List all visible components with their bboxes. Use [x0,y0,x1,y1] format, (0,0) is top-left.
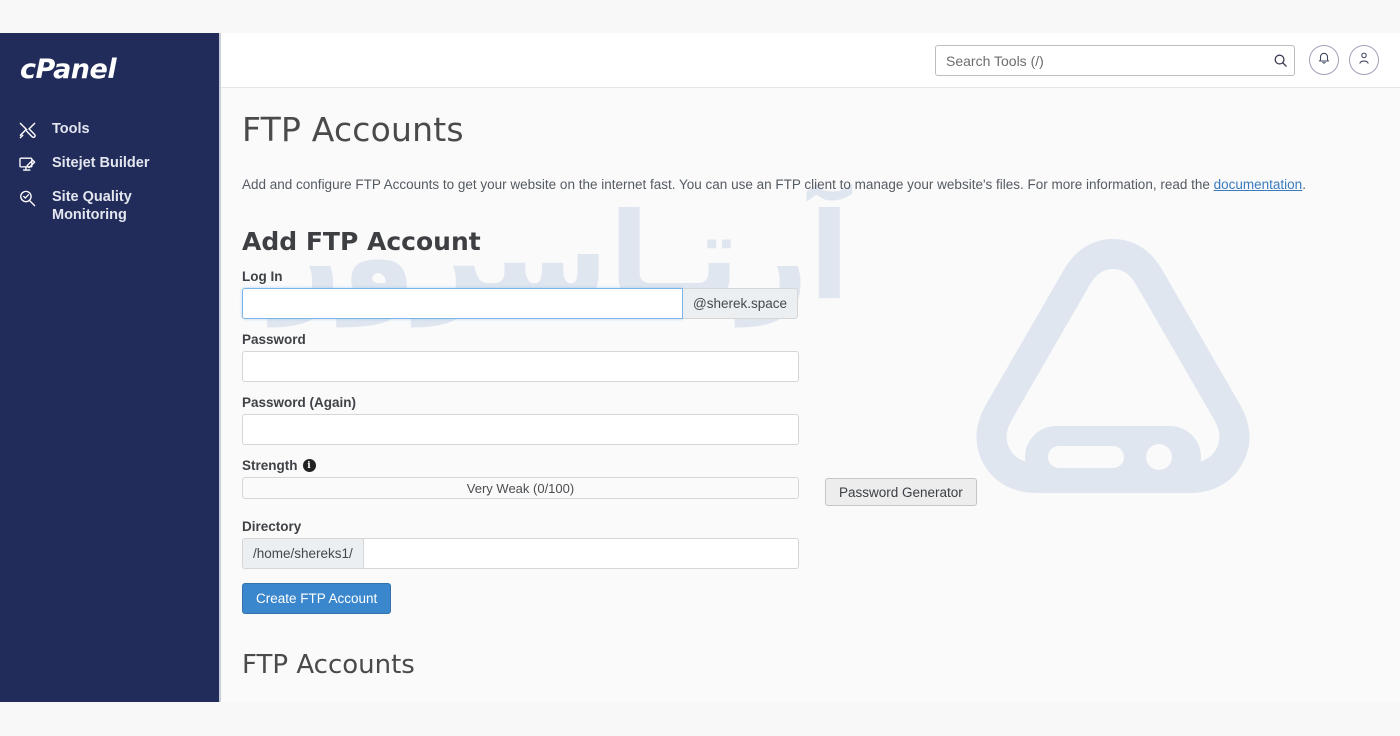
account-button[interactable] [1349,45,1379,75]
ftp-accounts-list-heading: FTP Accounts [242,650,415,680]
page-body: آرتـاسرور FTP Accounts Add and configure… [221,88,1400,702]
page-description-end: . [1302,177,1306,192]
cpanel-logo[interactable]: cPanel [20,54,117,85]
documentation-link[interactable]: documentation [1214,177,1303,192]
directory-path-prefix: /home/shereks1/ [242,538,363,569]
password-again-label: Password (Again) [242,395,357,410]
page-description-text: Add and configure FTP Accounts to get yo… [242,177,1214,192]
sidebar-item-tools[interactable]: Tools [0,113,219,147]
sidebar-divider [219,33,221,702]
sidebar-item-label: Sitejet Builder [52,155,150,171]
notifications-button[interactable] [1309,45,1339,75]
sitejet-builder-icon [18,154,44,174]
strength-label: Strength [242,458,298,473]
site-quality-monitoring-icon [18,188,44,208]
login-domain-suffix: @sherek.space [683,288,798,319]
sidebar: cPanel Tools Sitejet Builder Site Qualit… [0,33,219,702]
add-ftp-account-heading: Add FTP Account [242,227,481,256]
login-label: Log In [242,269,283,284]
bell-icon [1317,51,1331,70]
password-again-input[interactable] [242,414,799,445]
password-field-group [242,351,799,382]
search-input[interactable] [936,47,1266,74]
page-title: FTP Accounts [242,110,464,149]
password-label: Password [242,332,306,347]
top-header-bar [221,33,1400,88]
strength-label-row: Strength i [242,458,1400,473]
sidebar-item-sitejet-builder[interactable]: Sitejet Builder [0,147,219,181]
search-icon[interactable] [1266,47,1294,75]
info-icon[interactable]: i [302,459,316,472]
password-strength-meter: Very Weak (0/100) [242,477,799,499]
strength-row: Very Weak (0/100) Password Generator [242,477,1400,506]
sidebar-item-label: Tools [52,121,90,137]
user-icon [1357,51,1371,70]
tools-icon [18,120,44,140]
password-strength-text: Very Weak (0/100) [466,480,575,496]
password-generator-button[interactable]: Password Generator [825,478,977,506]
page-inner: FTP Accounts Add and configure FTP Accou… [221,88,1400,680]
directory-label: Directory [242,519,302,534]
page-description: Add and configure FTP Accounts to get yo… [242,176,1400,194]
password-again-field-group [242,414,799,445]
login-field-group: @sherek.space [242,288,799,319]
sidebar-item-label: Site Quality Monitoring [52,189,132,223]
password-input[interactable] [242,351,799,382]
search-box[interactable] [935,45,1295,76]
sidebar-nav: Tools Sitejet Builder Site Quality Monit… [0,113,219,231]
sidebar-item-site-quality-monitoring[interactable]: Site Quality Monitoring [0,181,219,231]
login-input[interactable] [242,288,683,319]
content-pane: آرتـاسرور FTP Accounts Add and configure… [221,33,1400,702]
cpanel-logo-text: cPanel [20,54,117,85]
directory-field-group: /home/shereks1/ [242,538,799,569]
browser-viewport: cPanel Tools Sitejet Builder Site Qualit… [0,33,1400,702]
screenshot-root: cPanel Tools Sitejet Builder Site Qualit… [0,0,1400,736]
directory-input[interactable] [362,538,799,569]
create-ftp-account-button[interactable]: Create FTP Account [242,583,392,614]
